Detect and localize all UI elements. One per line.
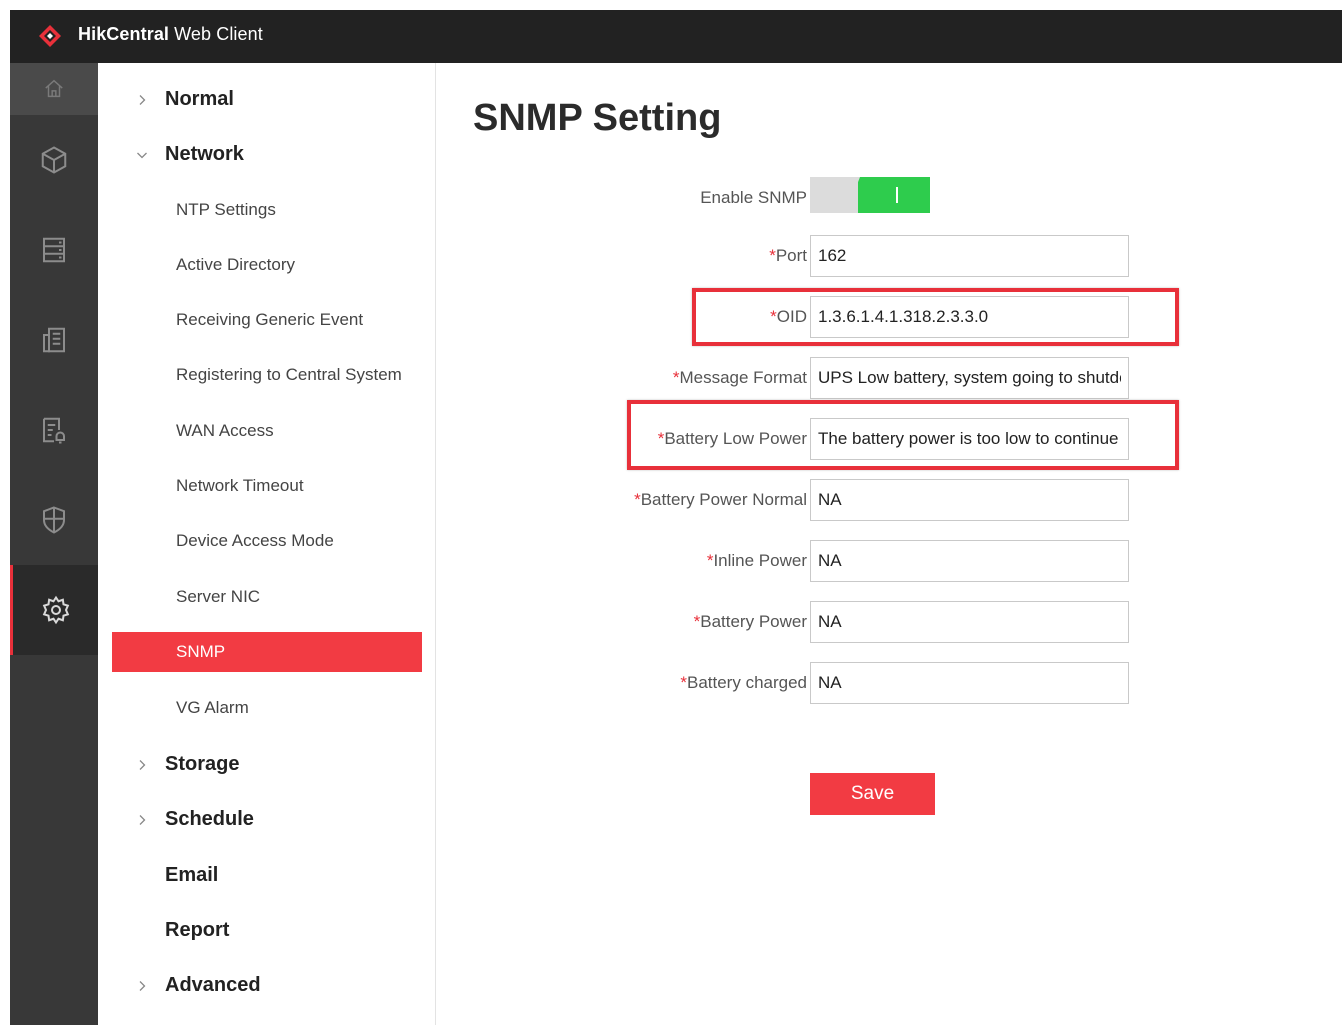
battery-power-normal-label: *Battery Power Normal xyxy=(634,490,807,509)
title-bar: HikCentral Web Client xyxy=(10,10,1342,63)
battery-power-row: *Battery Power xyxy=(437,601,1342,643)
toggle-on-segment xyxy=(858,177,930,213)
nav-item-label: Device Access Mode xyxy=(176,531,334,550)
nav-group-label: Email xyxy=(165,863,219,886)
nav-group-label: Normal xyxy=(165,87,234,110)
battery-charged-input[interactable] xyxy=(810,662,1129,704)
building-icon xyxy=(43,327,65,353)
port-row: *Port xyxy=(437,235,1342,277)
security-module-button[interactable] xyxy=(10,475,98,565)
message-format-label: *Message Format xyxy=(672,368,807,387)
storage-module-button[interactable] xyxy=(10,205,98,295)
home-icon xyxy=(45,79,63,98)
nav-group-label: Schedule xyxy=(165,807,254,830)
nav-item-registering-central-system[interactable]: Registering to Central System xyxy=(112,355,422,395)
enable-snmp-toggle[interactable] xyxy=(810,177,930,213)
inline-power-row: *Inline Power xyxy=(437,540,1342,582)
save-button[interactable]: Save xyxy=(810,773,935,815)
battery-power-label: *Battery Power xyxy=(693,612,807,631)
battery-charged-row: *Battery charged xyxy=(437,662,1342,704)
nav-item-label: Network Timeout xyxy=(176,476,304,495)
server-icon xyxy=(43,237,65,263)
nav-item-active-directory[interactable]: Active Directory xyxy=(112,245,422,285)
home-button[interactable] xyxy=(10,63,98,115)
nav-item-label: Active Directory xyxy=(176,255,296,274)
nav-item-label: Receiving Generic Event xyxy=(176,310,364,329)
nav-group-storage[interactable]: Storage xyxy=(98,742,436,786)
chevron-right-icon xyxy=(136,813,148,825)
nav-group-advanced[interactable]: Advanced xyxy=(98,963,436,1007)
battery-power-normal-row: *Battery Power Normal xyxy=(437,479,1342,521)
nav-group-label: Network xyxy=(165,142,244,165)
event-bell-icon xyxy=(43,417,65,444)
main-content: SNMP Setting Enable SNMP *Port *OID *Mes… xyxy=(437,63,1342,1025)
battery-power-normal-input[interactable] xyxy=(810,479,1129,521)
toggle-on-indicator xyxy=(896,187,898,203)
event-module-button[interactable] xyxy=(10,385,98,475)
module-icon-bar xyxy=(10,63,98,1025)
port-label: *Port xyxy=(769,246,807,265)
nav-group-schedule[interactable]: Schedule xyxy=(98,797,436,841)
nav-item-snmp[interactable]: SNMP xyxy=(112,632,422,672)
nav-group-report[interactable]: Report xyxy=(98,908,436,952)
nav-item-label: Registering to Central System xyxy=(176,365,402,384)
port-input[interactable] xyxy=(810,235,1129,277)
nav-item-label: WAN Access xyxy=(176,421,274,440)
nav-group-label: Storage xyxy=(165,752,240,775)
chevron-right-icon xyxy=(136,758,148,770)
hikcentral-logo-icon xyxy=(38,24,62,48)
nav-group-label: Advanced xyxy=(165,973,261,996)
app-title: HikCentral Web Client xyxy=(78,24,263,44)
resource-module-button[interactable] xyxy=(10,115,98,205)
chevron-down-icon xyxy=(136,148,148,160)
inline-power-input[interactable] xyxy=(810,540,1129,582)
nav-item-server-nic[interactable]: Server NIC xyxy=(112,577,422,617)
page-title: SNMP Setting xyxy=(473,97,722,139)
cube-icon xyxy=(41,146,67,174)
toggle-slant xyxy=(846,177,860,213)
settings-nav: Normal Network NTP Settings Active Direc… xyxy=(98,63,436,1025)
inline-power-label: *Inline Power xyxy=(706,551,807,570)
system-settings-button[interactable] xyxy=(10,565,98,655)
message-format-input[interactable] xyxy=(810,357,1129,399)
nav-item-receiving-generic-event[interactable]: Receiving Generic Event xyxy=(112,300,422,340)
nav-item-wan-access[interactable]: WAN Access xyxy=(112,411,422,451)
app-window: HikCentral Web Client Normal Network NTP… xyxy=(10,10,1342,1025)
battery-power-input[interactable] xyxy=(810,601,1129,643)
nav-item-ntp-settings[interactable]: NTP Settings xyxy=(112,190,422,230)
battery-low-power-highlight-box xyxy=(627,400,1179,470)
nav-item-label: SNMP xyxy=(176,642,226,661)
shield-icon xyxy=(43,506,65,534)
battery-charged-label: *Battery charged xyxy=(680,673,807,692)
nav-item-label: Server NIC xyxy=(176,587,261,606)
gear-icon xyxy=(42,595,69,625)
nav-item-label: VG Alarm xyxy=(176,698,249,717)
nav-group-network[interactable]: Network xyxy=(98,132,436,176)
nav-group-normal[interactable]: Normal xyxy=(98,77,436,121)
enable-snmp-row: Enable SNMP xyxy=(437,177,1342,219)
nav-item-vg-alarm[interactable]: VG Alarm xyxy=(112,688,422,728)
enable-snmp-label: Enable SNMP xyxy=(700,188,807,207)
nav-group-label: Report xyxy=(165,918,230,941)
oid-highlight-box xyxy=(692,288,1179,346)
site-module-button[interactable] xyxy=(10,295,98,385)
nav-item-device-access-mode[interactable]: Device Access Mode xyxy=(112,521,422,561)
chevron-right-icon xyxy=(136,979,148,991)
nav-item-label: NTP Settings xyxy=(176,200,276,219)
chevron-right-icon xyxy=(136,93,148,105)
nav-item-network-timeout[interactable]: Network Timeout xyxy=(112,466,422,506)
nav-group-email[interactable]: Email xyxy=(98,853,436,897)
message-format-row: *Message Format xyxy=(437,357,1342,399)
